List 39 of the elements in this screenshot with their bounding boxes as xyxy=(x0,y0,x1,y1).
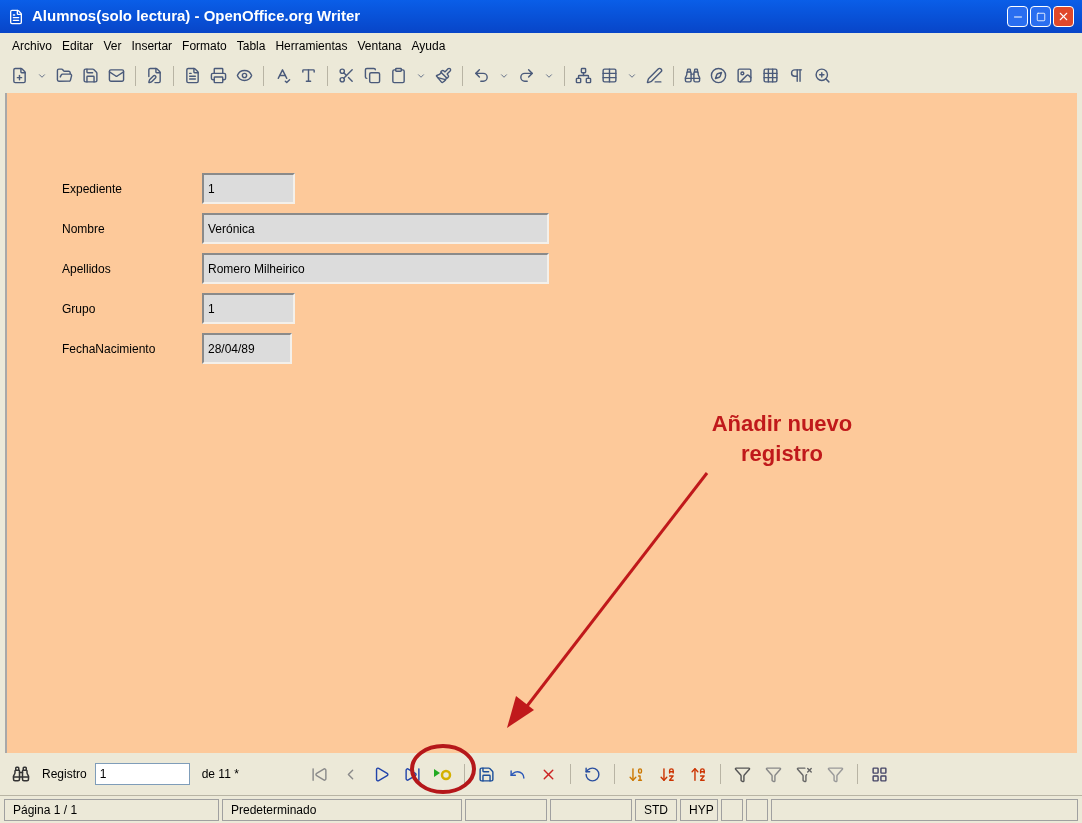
status-pane xyxy=(721,798,743,821)
highlight-circle xyxy=(408,743,477,795)
restore-icon xyxy=(1035,11,1046,22)
field-label: Expediente xyxy=(62,180,124,198)
menu-item[interactable]: Ventana xyxy=(357,36,402,55)
menu-item[interactable]: Ver xyxy=(103,36,122,55)
menu-item[interactable]: Herramientas xyxy=(275,36,348,55)
text-field[interactable]: 28/04/89 xyxy=(202,333,292,364)
minimize-button[interactable] xyxy=(1007,6,1028,27)
field-label: Apellidos xyxy=(62,260,112,278)
menu-item[interactable]: Tabla xyxy=(236,36,266,55)
close-button[interactable] xyxy=(1053,6,1074,27)
menu-item[interactable]: Formato xyxy=(182,36,227,55)
window-title: Alumnos(solo lectura) - OpenOffice.org Writer xyxy=(32,6,361,27)
menu-item[interactable]: Insertar xyxy=(131,36,173,55)
status-field: Predeterminado xyxy=(222,798,462,821)
menu-item[interactable]: Editar xyxy=(62,36,94,55)
annotation-text: Añadir nuevo registro xyxy=(710,410,854,468)
text-field[interactable]: Verónica xyxy=(202,213,549,244)
field-label: FechaNacimiento xyxy=(62,340,157,358)
field-label: Nombre xyxy=(62,220,106,238)
close-icon xyxy=(1057,10,1070,23)
status-field: STD xyxy=(635,798,677,821)
record-label: Registro xyxy=(42,766,87,783)
restore-button[interactable] xyxy=(1030,6,1051,27)
status-field: HYP xyxy=(680,798,718,821)
text-field[interactable]: 1 xyxy=(202,173,295,204)
menu-item[interactable]: Ayuda xyxy=(411,36,446,55)
field-label: Grupo xyxy=(62,300,97,318)
text-field[interactable]: 1 xyxy=(202,293,295,324)
text-field[interactable]: Romero Milheirico xyxy=(202,253,549,284)
record-field[interactable]: 1 xyxy=(94,763,190,785)
new-record-icon xyxy=(432,766,453,782)
menu-item[interactable]: Archivo xyxy=(12,36,52,55)
app-icon xyxy=(8,8,24,25)
record-count: de 11 * xyxy=(201,766,240,783)
status-field: Página 1 / 1 xyxy=(4,798,219,821)
binoculars-icon[interactable] xyxy=(12,765,30,783)
status-pane xyxy=(746,798,768,821)
